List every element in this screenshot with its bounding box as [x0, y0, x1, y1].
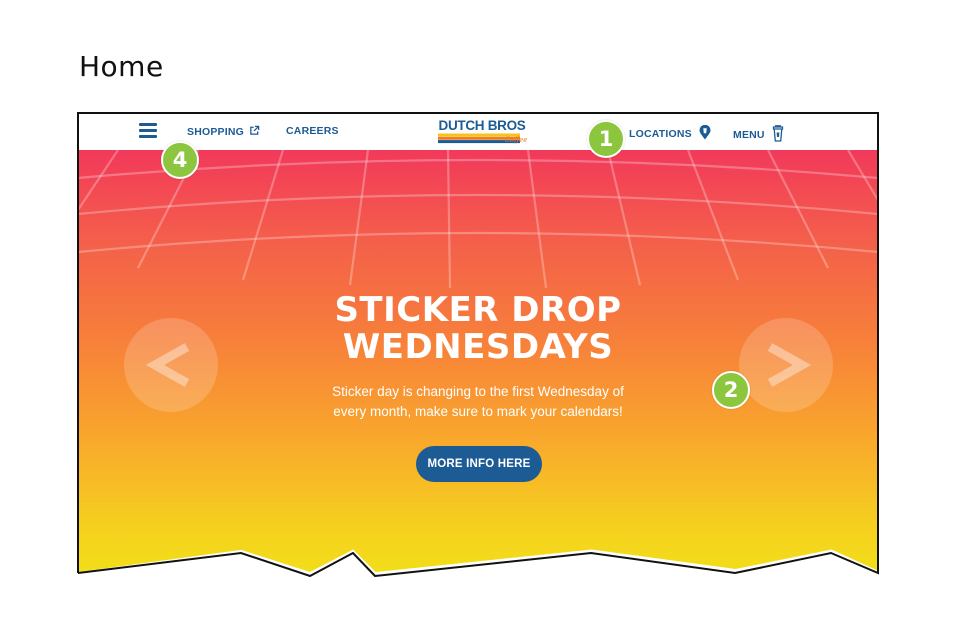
callout-marker-2: 2: [712, 371, 750, 409]
nav-locations-label: LOCATIONS: [629, 128, 692, 140]
nav-shopping-link[interactable]: SHOPPING: [187, 125, 260, 138]
hero-grid-lines: [78, 150, 878, 289]
top-navigation-bar: SHOPPING CAREERS DUTCH BROS Coffee LOCAT…: [78, 113, 878, 150]
nav-menu-link[interactable]: MENU: [733, 125, 784, 142]
callout-marker-1: 1: [587, 120, 625, 158]
hero-title: STICKER DROP WEDNESDAYS: [78, 292, 878, 366]
cup-icon: [772, 125, 783, 142]
nav-menu-label: MENU: [733, 129, 765, 141]
external-link-icon: [250, 125, 260, 135]
more-info-button[interactable]: MORE INFO HERE: [416, 446, 542, 482]
location-pin-icon: [699, 124, 711, 140]
hero-title-line-2: WEDNESDAYS: [342, 327, 614, 367]
hero-banner: STICKER DROP WEDNESDAYS Sticker day is c…: [78, 150, 878, 575]
logo-wordmark: DUTCH BROS: [439, 118, 526, 133]
logo-subtext: Coffee: [505, 136, 528, 144]
hero-subtitle-line-2: every month, make sure to mark your cale…: [333, 404, 623, 419]
nav-careers-link[interactable]: CAREERS: [286, 125, 339, 137]
hero-title-line-1: STICKER DROP: [334, 290, 622, 330]
nav-locations-link[interactable]: LOCATIONS: [629, 124, 711, 140]
website-screenshot-frame: STICKER DROP WEDNESDAYS Sticker day is c…: [77, 112, 879, 577]
nav-shopping-label: SHOPPING: [187, 126, 245, 138]
dutch-bros-logo[interactable]: DUTCH BROS Coffee: [436, 117, 528, 147]
callout-marker-4: 4: [161, 141, 199, 179]
menu-icon[interactable]: [139, 123, 159, 139]
page-heading: Home: [79, 50, 164, 83]
hero-subtitle-line-1: Sticker day is changing to the first Wed…: [332, 384, 624, 399]
hero-subtitle: Sticker day is changing to the first Wed…: [78, 382, 878, 422]
